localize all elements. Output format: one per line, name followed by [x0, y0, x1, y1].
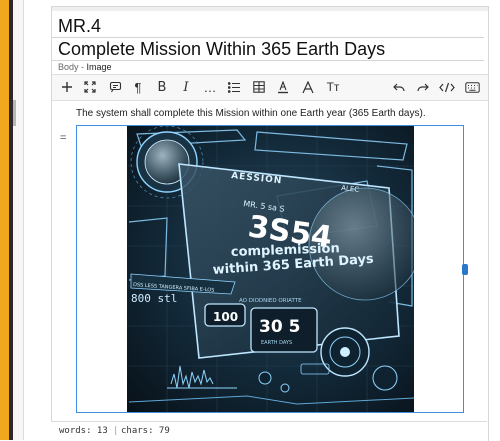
breadcrumb-separator: -	[78, 62, 87, 72]
word-count: words: 13	[59, 426, 108, 436]
selected-image-frame[interactable]: AESSION ALEC MR. 5 sa S 3S54 complemissi…	[76, 125, 468, 413]
more-icon[interactable]: …	[201, 78, 219, 96]
block-drag-handle[interactable]: =	[60, 133, 66, 144]
bold-icon[interactable]: B	[153, 78, 171, 96]
editor-toolbar: ¶ B I … Tт	[52, 74, 488, 101]
char-count: chars: 79	[121, 426, 170, 436]
left-gutter	[13, 0, 24, 440]
redo-icon[interactable]	[414, 78, 432, 96]
breadcrumb-parent[interactable]: Body	[58, 62, 79, 72]
left-accent-rail	[0, 0, 9, 440]
font-style-icon[interactable]	[299, 78, 317, 96]
breadcrumb-current: Image	[86, 62, 112, 72]
requirement-title[interactable]: Complete Mission Within 365 Earth Days	[52, 38, 484, 61]
requirement-text[interactable]: The system shall complete this Mission w…	[76, 107, 476, 120]
italic-icon[interactable]: I	[177, 78, 195, 96]
image-box-2-sub: EARTH DAYS	[261, 340, 292, 346]
image-box-2: 30 5	[259, 317, 300, 337]
code-icon[interactable]	[438, 78, 456, 96]
table-icon[interactable]	[250, 78, 268, 96]
gutter-marker	[13, 100, 16, 126]
mission-image: AESSION ALEC MR. 5 sa S 3S54 complemissi…	[127, 126, 414, 412]
breadcrumb: Body - Image	[58, 61, 112, 73]
image-box-1: 100	[213, 310, 238, 324]
undo-icon[interactable]	[390, 78, 408, 96]
editor-panel: MR.4 Complete Mission Within 365 Earth D…	[51, 6, 489, 441]
status-bar: words: 13 | chars: 79	[51, 421, 487, 441]
list-icon[interactable]	[225, 78, 243, 96]
insert-icon[interactable]	[58, 78, 76, 96]
paragraph-icon[interactable]: ¶	[129, 78, 147, 96]
image-left-value: 800 stl	[131, 292, 177, 305]
expand-icon[interactable]	[81, 78, 99, 96]
quote-icon[interactable]	[106, 78, 124, 96]
image-small-caption: AO DIODNIED ORIATTE	[239, 298, 302, 304]
panel-top-strip	[52, 7, 488, 11]
image-resize-handle[interactable]	[462, 264, 468, 275]
text-size-icon[interactable]: Tт	[324, 78, 342, 96]
text-color-icon[interactable]	[274, 78, 292, 96]
requirement-id[interactable]: MR.4	[52, 15, 484, 38]
keyboard-icon[interactable]	[463, 78, 481, 96]
status-separator: |	[113, 426, 119, 436]
